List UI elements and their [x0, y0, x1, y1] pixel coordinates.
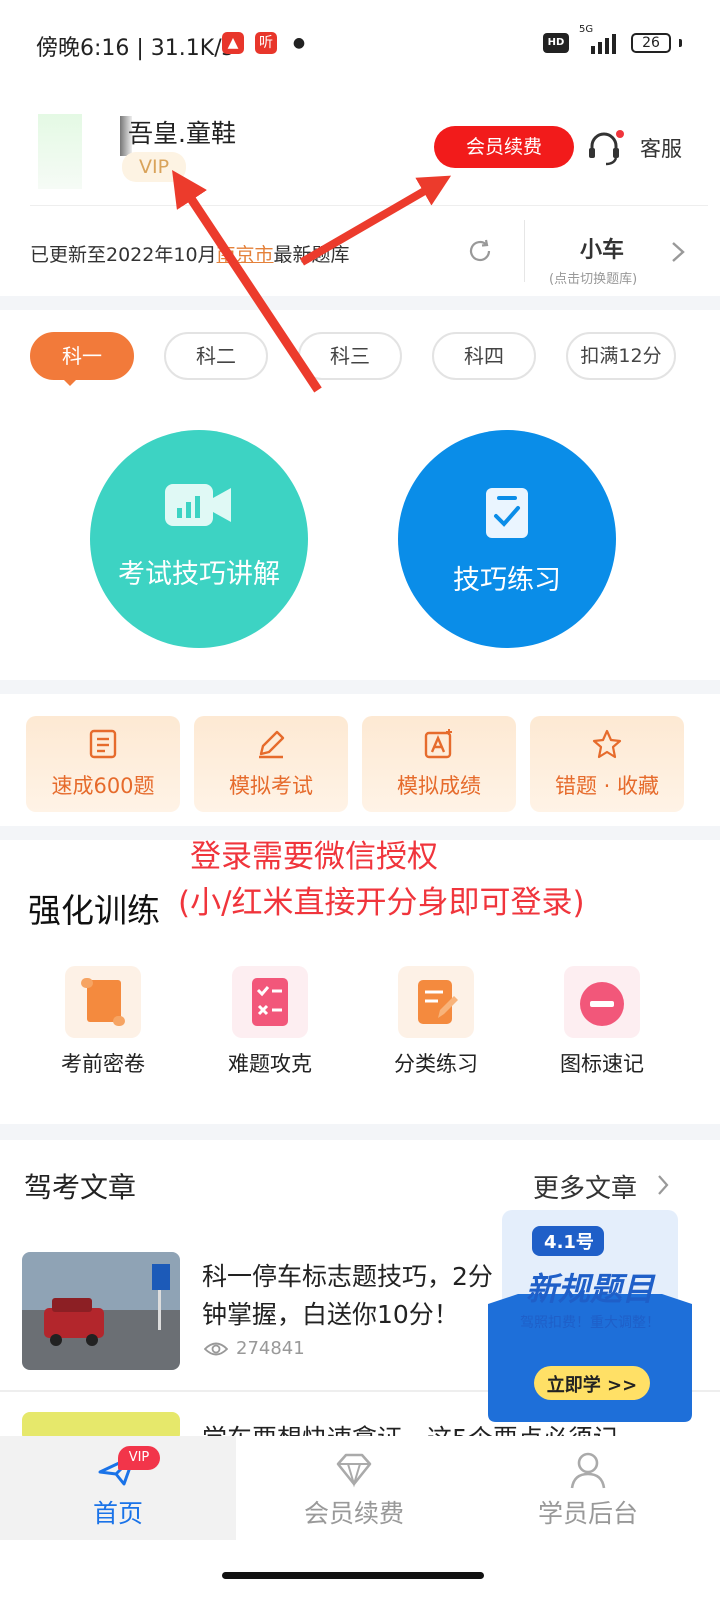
tab-label: 首页	[92, 1499, 143, 1528]
skill-practice-label: 技巧练习	[453, 565, 561, 596]
training-item-category-practice[interactable]: 分类练习	[376, 966, 496, 1078]
user-name: 吾皇.童鞋	[128, 119, 236, 148]
training-item-sign-memory[interactable]: 图标速记	[542, 966, 662, 1078]
checklist-icon	[232, 966, 308, 1038]
grade-a-icon	[424, 729, 452, 759]
question-bank-bar: 已更新至2022年10月南京市最新题库 小车 (点击切换题库)	[0, 212, 720, 292]
tab-subject-2[interactable]: 科二	[164, 332, 268, 380]
section-separator	[0, 296, 720, 310]
video-camera-icon	[165, 484, 231, 526]
update-info: 已更新至2022年10月南京市最新题库	[30, 240, 350, 267]
pencil-icon	[259, 730, 285, 759]
training-item-hard-questions[interactable]: 难题攻克	[210, 966, 330, 1078]
training-label: 分类练习	[394, 1052, 478, 1076]
status-bar: 傍晚6:16 | 31.1K/s ▲ 听 ● HD 5G 26	[0, 0, 720, 90]
section-separator	[0, 1124, 720, 1140]
promo-date-tag: 4.1号	[544, 1232, 594, 1253]
network-type: 5G	[579, 24, 594, 35]
profile-header: 吾皇.童鞋 VIP 会员续费 客服	[0, 100, 720, 208]
renew-membership-button[interactable]: 会员续费	[434, 126, 574, 168]
scroll-icon	[65, 966, 141, 1038]
city-link[interactable]: 南京市	[217, 244, 274, 266]
training-item-exam-papers[interactable]: 考前密卷	[43, 966, 163, 1078]
tab-label: 学员后台	[537, 1499, 638, 1528]
tile-label: 模拟考试	[229, 774, 313, 798]
active-tab-pointer	[60, 376, 80, 386]
no-entry-sign-icon	[564, 966, 640, 1038]
quick-tiles: 速成600题 模拟考试 模拟成绩 错题 · 收藏	[26, 716, 686, 814]
vertical-divider	[524, 220, 525, 282]
exam-tips-button[interactable]: 考试技巧讲解	[90, 430, 308, 648]
tile-mock-scores[interactable]: 模拟成绩	[362, 716, 516, 812]
user-icon	[570, 1452, 606, 1489]
hd-icon: HD	[543, 33, 569, 53]
article-title: 科一停车标志题技巧，2分钟掌握，白送你10分！	[202, 1262, 493, 1329]
tab-full-12-points[interactable]: 扣满12分	[566, 332, 676, 380]
tile-label: 速成600题	[51, 774, 155, 798]
update-prefix: 已更新至2022年10月	[30, 244, 217, 266]
switch-bank-hint[interactable]: (点击切换题库)	[549, 268, 637, 287]
tile-600-questions[interactable]: 速成600题	[26, 716, 180, 812]
section-separator	[0, 680, 720, 694]
star-icon	[592, 729, 622, 759]
skill-practice-button[interactable]: 技巧练习	[398, 430, 616, 648]
notice-line-1: 登录需要微信授权	[190, 839, 438, 875]
training-title: 强化训练	[28, 891, 160, 930]
listen-app-icon: 听	[255, 32, 277, 54]
customer-service-label[interactable]: 客服	[640, 133, 682, 163]
chevron-right-icon[interactable]	[656, 1174, 670, 1196]
login-notice: 登录需要微信授权 (小/红米直接开分身即可登录)	[178, 834, 585, 926]
tab-student-center[interactable]: 学员后台	[470, 1436, 706, 1540]
tile-label: 错题 · 收藏	[554, 774, 660, 798]
vip-badge: VIP	[122, 152, 186, 182]
status-time: 傍晚6:16 | 31.1K/s	[36, 36, 234, 61]
tab-subject-1[interactable]: 科一	[30, 332, 134, 380]
promo-cta-button[interactable]: 立即学 >>	[534, 1371, 650, 1397]
update-suffix: 最新题库	[273, 244, 350, 266]
signal-icon: 5G	[577, 24, 623, 54]
tab-label: 会员续费	[303, 1499, 404, 1528]
battery-tip	[679, 39, 682, 47]
avatar[interactable]	[38, 114, 82, 189]
home-indicator	[222, 1572, 484, 1579]
tab-home[interactable]: VIP 首页	[0, 1436, 236, 1540]
tile-label: 模拟成绩	[397, 774, 481, 798]
promo-headline: 新规题目	[525, 1270, 654, 1308]
chevron-right-icon[interactable]	[668, 240, 688, 264]
articles-title: 驾考文章	[24, 1171, 137, 1204]
article-views: 274841	[204, 1338, 305, 1359]
vip-bubble: VIP	[118, 1446, 160, 1470]
view-count: 274841	[236, 1338, 305, 1359]
tab-subject-4[interactable]: 科四	[432, 332, 536, 380]
article-thumbnail	[22, 1252, 180, 1370]
tile-mock-exam[interactable]: 模拟考试	[194, 716, 348, 812]
diamond-icon	[336, 1453, 372, 1488]
new-rules-promo[interactable]: 4.1号 新规题目 驾照扣费！重大调整！ 立即学 >>	[488, 1210, 692, 1422]
qq-penguin-icon: ●	[292, 35, 306, 51]
exam-tips-label: 考试技巧讲解	[118, 559, 280, 590]
promo-subline: 驾照扣费！重大调整！	[520, 1315, 660, 1331]
training-label: 图标速记	[560, 1052, 644, 1076]
document-list-icon	[89, 729, 117, 759]
edit-note-icon	[398, 966, 474, 1038]
eye-icon	[204, 1342, 228, 1355]
tab-subject-3[interactable]: 科三	[298, 332, 402, 380]
vehicle-type[interactable]: 小车	[580, 232, 624, 264]
tile-mistakes-favorites[interactable]: 错题 · 收藏	[530, 716, 684, 812]
subject-tabs: 科一 科二 科三 科四 扣满12分	[0, 330, 720, 386]
training-label: 考前密卷	[61, 1052, 145, 1076]
headset-icon[interactable]	[584, 128, 624, 168]
divider	[30, 205, 708, 206]
more-articles-link[interactable]: 更多文章	[533, 1168, 637, 1205]
training-label: 难题攻克	[228, 1052, 312, 1076]
clipboard-check-icon	[486, 488, 528, 538]
tab-renew-membership[interactable]: 会员续费	[236, 1436, 472, 1540]
bottom-tab-bar: VIP 首页 会员续费 学员后台	[0, 1436, 720, 1540]
notice-line-2: (小/红米直接开分身即可登录)	[178, 885, 585, 921]
battery-icon: 26	[631, 33, 671, 53]
app-red-icon: ▲	[222, 32, 244, 54]
refresh-icon[interactable]	[466, 237, 494, 265]
